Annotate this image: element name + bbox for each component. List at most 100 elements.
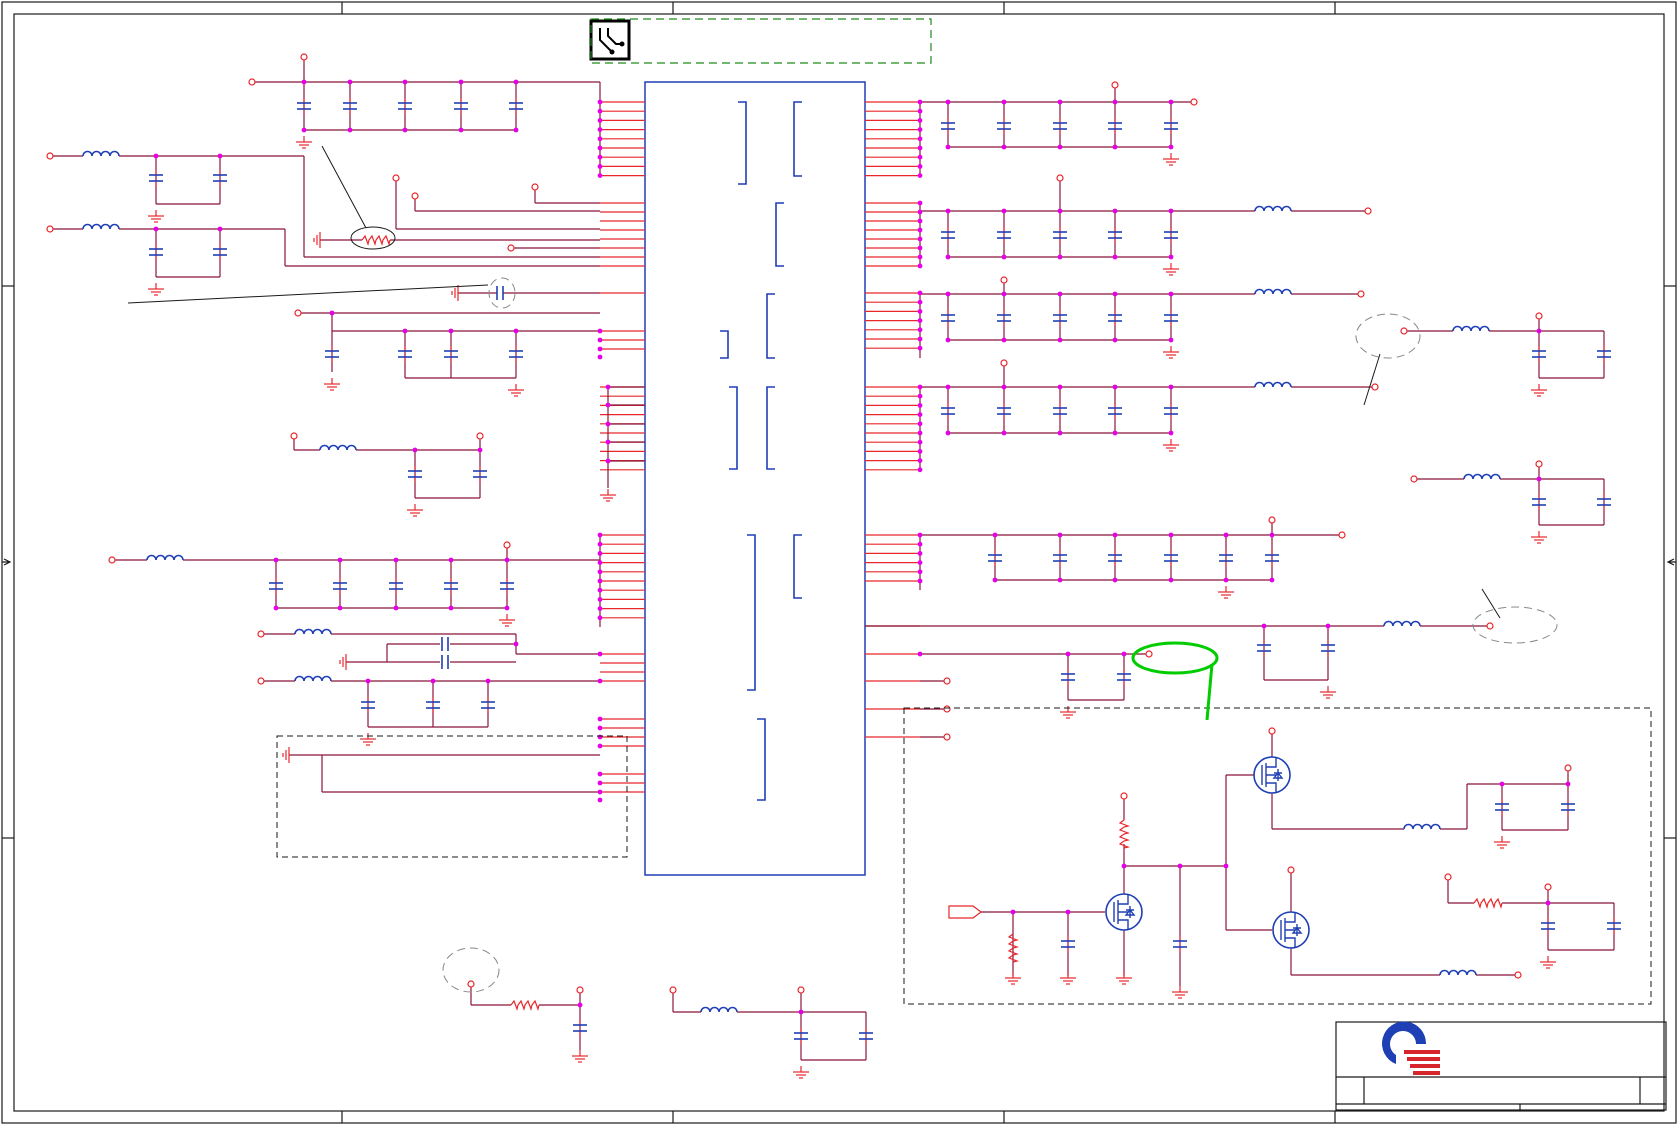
junction	[458, 127, 464, 133]
ground-icon	[508, 384, 524, 397]
junction	[945, 208, 951, 214]
junction	[597, 560, 603, 565]
net-terminal	[411, 192, 419, 200]
junction	[402, 328, 408, 334]
junction	[1536, 328, 1542, 334]
junction	[1001, 337, 1007, 343]
net-terminal	[1000, 359, 1008, 367]
junction	[917, 127, 923, 132]
junction	[1168, 291, 1174, 297]
ground-icon	[1060, 972, 1076, 985]
junction	[393, 605, 399, 611]
junction	[1112, 99, 1118, 105]
junction	[945, 291, 951, 297]
junction	[153, 153, 159, 159]
ground-icon	[407, 504, 423, 517]
net-terminal	[1410, 475, 1418, 483]
junction	[597, 328, 603, 334]
junction	[597, 651, 603, 657]
inductor-icon	[1254, 205, 1292, 212]
junction	[945, 99, 951, 105]
net-terminal	[1400, 327, 1408, 335]
ground-icon	[296, 136, 312, 149]
inductor-icon	[82, 150, 120, 157]
net-terminal	[943, 705, 951, 713]
junction	[477, 447, 483, 453]
net-terminal	[46, 152, 54, 160]
junction	[992, 577, 998, 583]
junction	[1121, 651, 1127, 657]
net-terminal	[1364, 207, 1372, 215]
junction	[1168, 532, 1174, 538]
inductor-icon	[294, 675, 332, 682]
junction	[605, 439, 611, 445]
junction	[597, 725, 603, 731]
junction	[597, 99, 603, 105]
net-terminal	[943, 733, 951, 741]
junction	[365, 678, 371, 684]
junction	[1269, 577, 1275, 583]
net-terminal	[797, 986, 805, 994]
junction	[337, 557, 343, 563]
junction	[1112, 337, 1118, 343]
junction	[605, 402, 611, 408]
junction	[1065, 651, 1071, 657]
inductor-icon	[1383, 620, 1421, 627]
junction	[917, 263, 923, 269]
ground-icon	[1218, 586, 1234, 599]
junction	[347, 127, 353, 133]
junction	[1168, 577, 1174, 583]
junction	[1223, 863, 1229, 869]
pin-group-bracket	[793, 534, 802, 599]
callout-capacitor	[127, 277, 516, 309]
junction	[153, 226, 159, 232]
net-terminal	[1338, 531, 1346, 539]
net-terminal	[1535, 312, 1543, 320]
callout-right-upper	[1355, 313, 1421, 406]
junction	[917, 449, 923, 454]
junction	[1001, 99, 1007, 105]
net-terminal	[392, 174, 400, 182]
net-terminal	[1486, 622, 1494, 630]
net-terminal	[476, 432, 484, 440]
junction	[597, 743, 603, 749]
net-terminal	[290, 432, 298, 440]
junction	[917, 200, 923, 206]
junction	[1261, 623, 1267, 629]
inductor-icon	[294, 628, 332, 635]
ground-icon	[1540, 956, 1556, 969]
junction	[605, 458, 611, 464]
junction	[597, 541, 603, 547]
sheet-frame	[1, 1, 1677, 1124]
bottom-left-dashed-group	[276, 735, 628, 858]
net-terminal	[1145, 650, 1153, 658]
ground-icon	[148, 283, 164, 296]
inductors	[82, 150, 1501, 1013]
junction	[1001, 291, 1007, 297]
resistor-icon	[1118, 819, 1131, 849]
junction	[597, 569, 603, 575]
junction	[945, 144, 951, 150]
ground-icon	[148, 210, 164, 223]
junction	[917, 412, 923, 417]
junction	[448, 605, 454, 611]
net-terminal	[257, 677, 265, 685]
ground-icon	[793, 1066, 809, 1079]
net-terminal	[1535, 460, 1543, 468]
junction	[945, 254, 951, 260]
ground-icon	[1531, 531, 1547, 544]
capacitor-icon	[441, 655, 449, 669]
junction	[1112, 384, 1118, 390]
junction	[1057, 291, 1063, 297]
resistor-icon	[510, 999, 540, 1012]
pin-group-bracket	[757, 718, 766, 801]
inductor-icon	[319, 444, 357, 451]
ground-icon	[1163, 346, 1179, 359]
junction	[917, 136, 923, 142]
pin-group-bracket	[729, 386, 738, 470]
ground-icon	[1163, 439, 1179, 452]
junction	[347, 79, 353, 85]
pin-group-bracket	[775, 202, 784, 267]
junction	[945, 430, 951, 436]
junction	[513, 641, 519, 647]
